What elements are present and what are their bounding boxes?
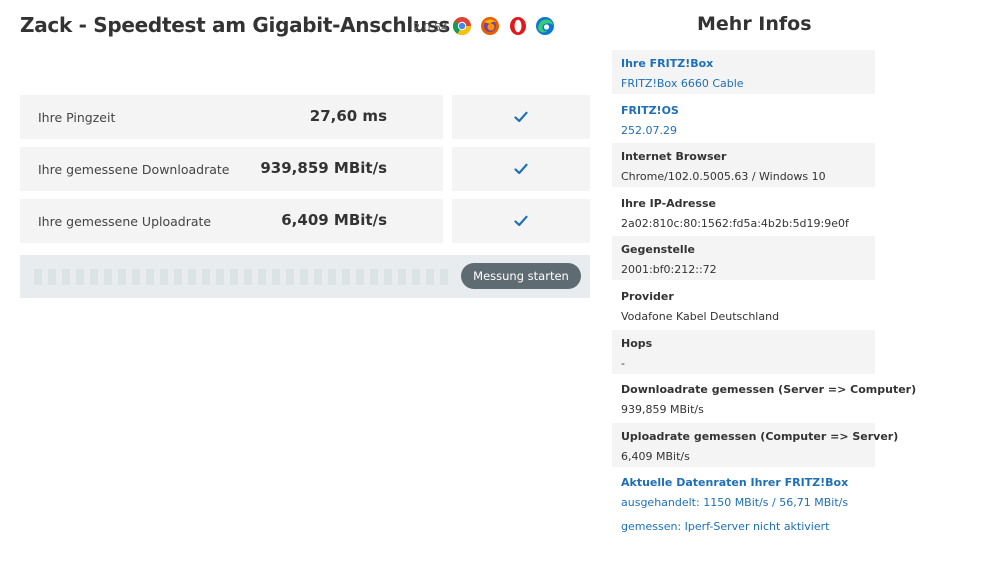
check-icon <box>514 163 528 175</box>
result-value: 939,859 MBit/s <box>260 159 387 177</box>
result-status <box>452 147 590 191</box>
info-item-current-datarates: Aktuelle Datenraten Ihrer FRITZ!Box ausg… <box>612 469 875 560</box>
result-status <box>452 95 590 139</box>
info-value[interactable]: ausgehandelt: 1150 MBit/s / 56,71 MBit/s <box>621 496 848 509</box>
result-label: Ihre gemessene Downloadrate <box>38 162 230 177</box>
progress-segment <box>440 269 448 285</box>
progress-segment <box>132 269 140 285</box>
info-value: Vodafone Kabel Deutschland <box>621 309 780 323</box>
progress-segment <box>90 269 98 285</box>
info-label: Internet Browser <box>621 150 727 164</box>
progress-segment <box>398 269 406 285</box>
edge-icon[interactable] <box>535 16 555 36</box>
progress-segment <box>202 269 210 285</box>
start-measurement-button[interactable]: Messung starten <box>461 263 581 289</box>
progress-segment <box>314 269 322 285</box>
progress-segment <box>342 269 350 285</box>
info-label: Hops <box>621 336 653 350</box>
progress-segment <box>216 269 224 285</box>
result-value: 27,60 ms <box>309 107 387 125</box>
info-label: Ihre IP-Adresse <box>621 196 716 210</box>
info-label: Gegenstelle <box>621 243 695 257</box>
info-label[interactable]: FRITZ!OS <box>621 104 679 117</box>
progress-segment <box>48 269 56 285</box>
info-value-secondary[interactable]: gemessen: Iperf-Server nicht aktiviert <box>621 520 829 533</box>
info-value: 6,409 MBit/s <box>621 449 690 463</box>
progress-segment <box>230 269 238 285</box>
result-main: Ihre Pingzeit 27,60 ms <box>20 95 443 139</box>
info-value: - <box>621 356 625 370</box>
firefox-icon[interactable] <box>480 16 500 36</box>
info-value[interactable]: 252.07.29 <box>621 124 677 137</box>
check-icon <box>514 111 528 123</box>
progress-segment <box>272 269 280 285</box>
progress-segment <box>188 269 196 285</box>
progress-segment <box>244 269 252 285</box>
progress-segment <box>412 269 420 285</box>
info-list: Ihre FRITZ!Box FRITZ!Box 6660 Cable FRIT… <box>612 50 916 562</box>
info-label: Provider <box>621 289 674 303</box>
progress-segment <box>146 269 154 285</box>
progress-segment <box>426 269 434 285</box>
info-label[interactable]: Aktuelle Datenraten Ihrer FRITZ!Box <box>621 476 848 489</box>
progress-segment <box>370 269 378 285</box>
progress-bar <box>34 269 454 285</box>
version-label: 2.0.54 <box>413 21 448 34</box>
result-value: 6,409 MBit/s <box>281 211 387 229</box>
info-value: 2a02:810c:80:1562:fd5a:4b2b:5d19:9e0f <box>621 216 849 230</box>
info-item-provider: Provider Vodafone Kabel Deutschland <box>612 282 875 327</box>
result-main: Ihre gemessene Downloadrate 939,859 MBit… <box>20 147 443 191</box>
measurement-bar: Messung starten <box>20 255 590 298</box>
progress-segment <box>286 269 294 285</box>
result-status <box>452 199 590 243</box>
progress-segment <box>384 269 392 285</box>
info-item-remote: Gegenstelle 2001:bf0:212::72 <box>612 236 875 281</box>
info-item-fritzos: FRITZ!OS 252.07.29 <box>612 96 875 141</box>
progress-segment <box>34 269 42 285</box>
progress-segment <box>104 269 112 285</box>
progress-segment <box>258 269 266 285</box>
result-row-upload: Ihre gemessene Uploadrate 6,409 MBit/s <box>20 199 590 243</box>
progress-segment <box>174 269 182 285</box>
info-label[interactable]: Ihre FRITZ!Box <box>621 57 713 70</box>
chrome-icon[interactable] <box>452 16 472 36</box>
info-label: Downloadrate gemessen (Server => Compute… <box>621 383 917 397</box>
progress-segment <box>328 269 336 285</box>
progress-segment <box>118 269 126 285</box>
info-label: Uploadrate gemessen (Computer => Server) <box>621 429 899 443</box>
progress-segment <box>76 269 84 285</box>
progress-segment <box>160 269 168 285</box>
opera-icon[interactable] <box>508 16 528 36</box>
info-value[interactable]: FRITZ!Box 6660 Cable <box>621 77 744 90</box>
info-value: 2001:bf0:212::72 <box>621 263 717 277</box>
page-title: Zack - Speedtest am Gigabit-Anschluss <box>20 13 451 37</box>
info-heading: Mehr Infos <box>697 13 812 35</box>
progress-segment <box>300 269 308 285</box>
result-row-ping: Ihre Pingzeit 27,60 ms <box>20 95 590 139</box>
result-row-download: Ihre gemessene Downloadrate 939,859 MBit… <box>20 147 590 191</box>
info-item-fritzbox: Ihre FRITZ!Box FRITZ!Box 6660 Cable <box>612 50 875 94</box>
info-item-hops: Hops - <box>612 329 875 374</box>
info-value: 939,859 MBit/s <box>621 403 704 417</box>
result-main: Ihre gemessene Uploadrate 6,409 MBit/s <box>20 199 443 243</box>
info-value: Chrome/102.0.5005.63 / Windows 10 <box>621 170 826 184</box>
result-label: Ihre gemessene Uploadrate <box>38 214 212 229</box>
progress-segment <box>356 269 364 285</box>
check-icon <box>514 215 528 227</box>
info-item-ip-address: Ihre IP-Adresse 2a02:810c:80:1562:fd5a:4… <box>612 189 875 234</box>
result-label: Ihre Pingzeit <box>38 110 116 125</box>
info-item-browser: Internet Browser Chrome/102.0.5005.63 / … <box>612 143 875 188</box>
progress-segment <box>62 269 70 285</box>
info-item-download-measured: Downloadrate gemessen (Server => Compute… <box>612 376 916 421</box>
info-item-upload-measured: Uploadrate gemessen (Computer => Server)… <box>612 422 898 467</box>
